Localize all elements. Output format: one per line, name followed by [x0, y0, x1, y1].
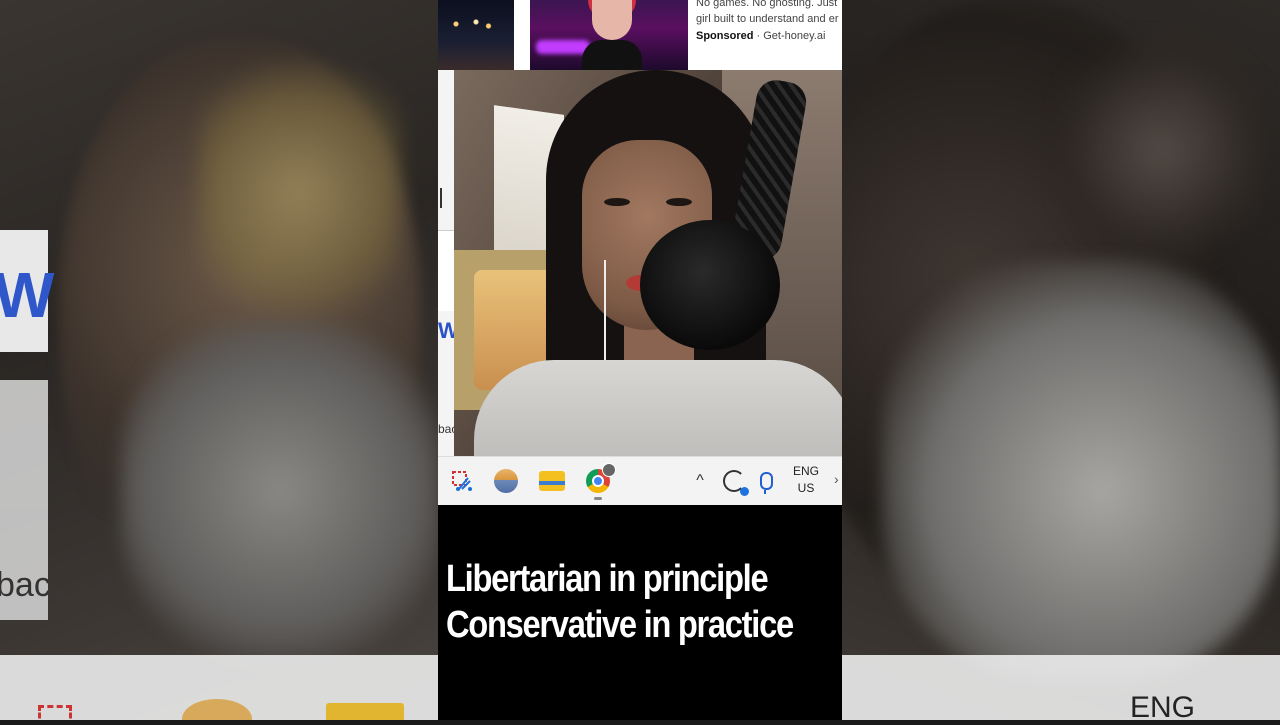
blurred-letter: W: [0, 259, 55, 331]
snipping-tool-glyph: [452, 471, 472, 491]
sync-badge: [740, 487, 749, 496]
windows-taskbar: ^ ENG US ›: [438, 456, 842, 505]
active-app-indicator: [594, 497, 602, 500]
person-eye: [666, 198, 692, 206]
ad-separator: ·: [756, 30, 761, 42]
browser-window-edge: W bac: [438, 70, 459, 456]
language-code: ENG: [792, 464, 819, 478]
sponsored-ad[interactable]: No games. No ghosting. Just girl built t…: [438, 0, 842, 70]
chrome-profile-avatar: [602, 463, 616, 477]
ad-image[interactable]: [530, 0, 688, 70]
blurred-taskbar-right: ENG: [842, 655, 1280, 724]
blurred-folder-icon: [326, 703, 404, 720]
microphone-icon[interactable]: [752, 467, 780, 495]
webcam-feed: [454, 70, 842, 456]
snipping-tool-icon[interactable]: [448, 467, 476, 495]
person-eye: [604, 198, 630, 206]
ad-thumbnail-night-city[interactable]: [438, 0, 514, 70]
caption-line-1: Libertarian in principle: [446, 558, 769, 600]
blur-shape: [120, 320, 438, 660]
file-explorer-icon[interactable]: [538, 467, 566, 495]
partial-tray-icon: ›: [834, 471, 839, 487]
blur-shape: [1062, 40, 1262, 260]
blurred-background-left: W bac: [0, 0, 438, 720]
ad-figure-body: [582, 40, 642, 70]
city-lights: [446, 14, 496, 34]
sync-icon[interactable]: [720, 467, 749, 496]
blurred-browser-panel: bac: [0, 380, 51, 620]
person-shirt: [474, 360, 842, 456]
video-frame: No games. No ghosting. Just girl built t…: [438, 0, 842, 720]
neon-light: [536, 40, 590, 54]
blur-shape: [200, 40, 400, 340]
ad-figure-face: [592, 0, 632, 40]
blurred-snipping-icon: [38, 705, 72, 720]
blurred-taskbar: [0, 655, 438, 720]
text-cursor: [440, 188, 442, 208]
language-indicator[interactable]: ENG US: [786, 463, 826, 497]
blur-shape: [882, 260, 1280, 680]
blurred-background-right: [842, 0, 1280, 720]
caption-line-2: Conservative in practice: [446, 604, 794, 646]
microphone-glyph: [759, 472, 773, 494]
chevron-up-icon[interactable]: ^: [686, 467, 714, 495]
blurred-photos-icon: [182, 699, 252, 720]
ad-text[interactable]: No games. No ghosting. Just girl built t…: [696, 0, 842, 70]
photos-glyph: [494, 469, 518, 493]
region-code: US: [797, 481, 815, 495]
blurred-browser-panel: W: [0, 230, 54, 352]
chrome-icon[interactable]: [584, 463, 616, 500]
ad-meta: Sponsored · Get-honey.ai: [696, 27, 825, 46]
browser-panel: [438, 230, 454, 311]
ad-advertiser[interactable]: Get-honey.ai: [763, 30, 825, 42]
sponsored-label: Sponsored: [696, 30, 754, 42]
photos-icon[interactable]: [492, 467, 520, 495]
sync-glyph: [723, 470, 749, 496]
microphone: [640, 220, 780, 350]
ad-spacer: [514, 0, 530, 70]
blurred-text: bac: [0, 566, 51, 604]
folder-glyph: [539, 471, 565, 491]
